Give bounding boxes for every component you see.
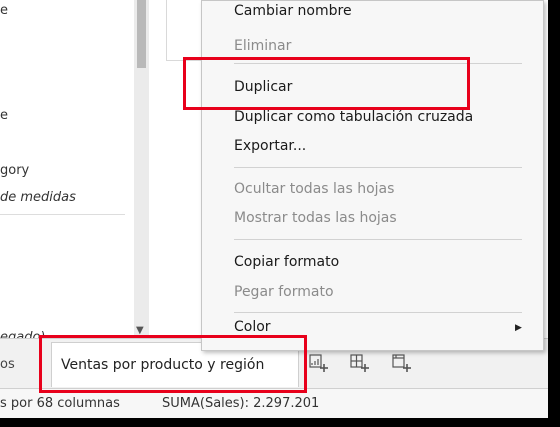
menu-item-copy-format[interactable]: Copiar formato — [234, 254, 339, 270]
sidebar-scrollbar[interactable]: ▼ — [134, 0, 149, 338]
menu-item-export[interactable]: Exportar... — [234, 138, 306, 154]
menu-separator — [234, 167, 522, 168]
menu-item-hide-all[interactable]: Ocultar todas las hojas — [234, 181, 394, 197]
menu-item-show-all[interactable]: Mostrar todas las hojas — [234, 210, 397, 226]
new-worksheet-icon[interactable] — [308, 353, 330, 373]
submenu-arrow-icon: ▶ — [515, 323, 522, 333]
sheet-context-menu: Cambiar nombre Eliminar Duplicar Duplica… — [201, 0, 544, 351]
scrollbar-thumb[interactable] — [137, 0, 146, 68]
menu-separator — [234, 312, 522, 313]
menu-item-delete[interactable]: Eliminar — [234, 38, 291, 54]
data-pane: e e gory de medidas egado) — [0, 0, 146, 345]
status-dimensions: s por 68 columnas — [0, 396, 120, 411]
menu-item-rename[interactable]: Cambiar nombre — [234, 3, 352, 19]
menu-item-paste-format[interactable]: Pegar formato — [234, 284, 334, 300]
menu-item-color[interactable]: Color — [234, 319, 271, 335]
highlight-duplicate — [183, 57, 470, 110]
status-sum: SUMA(Sales): 2.297.201 — [162, 396, 320, 411]
menu-separator — [234, 239, 522, 240]
field-measure-names[interactable]: de medidas — [0, 190, 76, 205]
field-fragment-1[interactable]: e — [0, 3, 8, 18]
field-fragment-2[interactable]: e — [0, 108, 8, 123]
new-dashboard-icon[interactable] — [349, 353, 371, 373]
field-category[interactable]: gory — [0, 163, 29, 178]
sheet-tab-previous[interactable]: os — [0, 357, 15, 372]
menu-item-duplicate-crosstab[interactable]: Duplicar como tabulación cruzada — [234, 109, 473, 125]
sidebar-divider — [0, 214, 125, 215]
highlight-active-tab — [39, 335, 307, 393]
new-story-icon[interactable] — [391, 353, 413, 373]
